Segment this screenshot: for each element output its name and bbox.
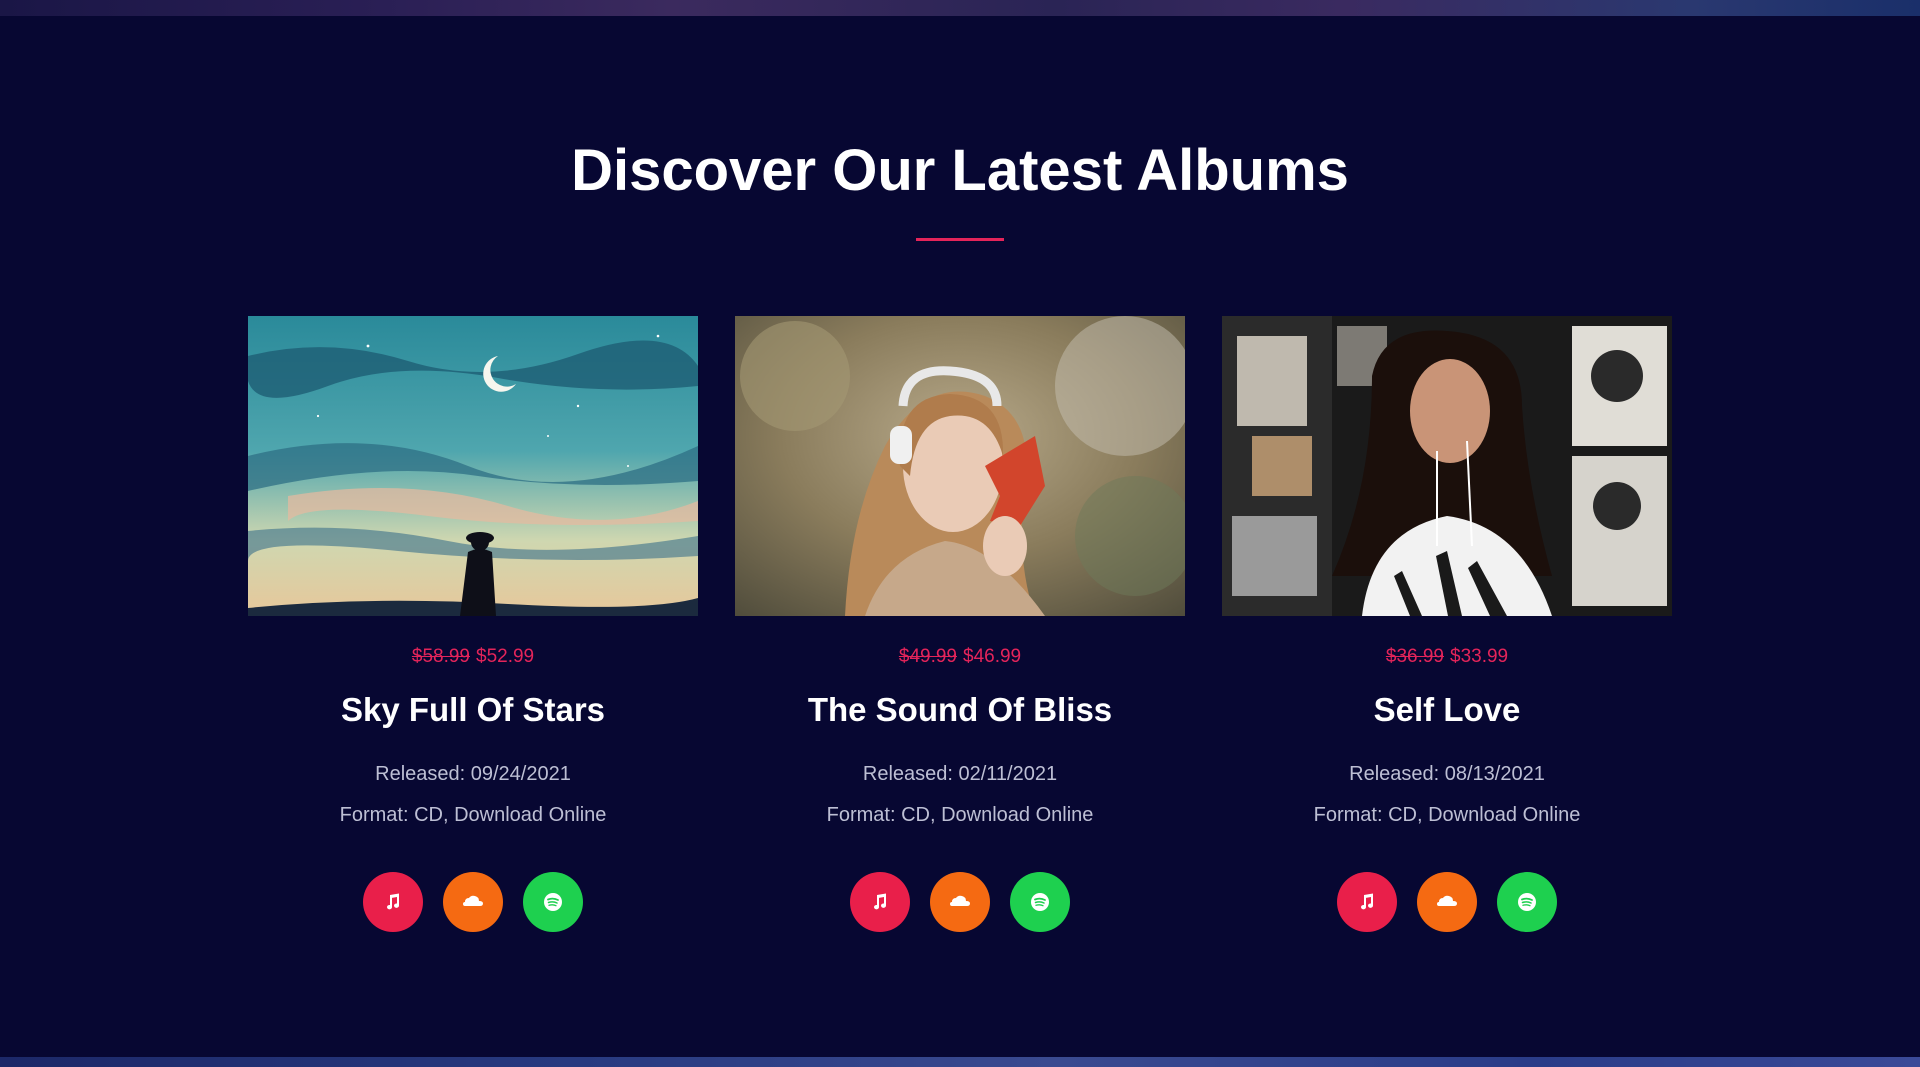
listen-links bbox=[1222, 872, 1672, 932]
listen-links bbox=[248, 872, 698, 932]
section-title: Discover Our Latest Albums bbox=[571, 138, 1349, 203]
spotify-button[interactable] bbox=[1497, 872, 1558, 932]
night-sky-image bbox=[248, 316, 698, 616]
top-image-band bbox=[0, 0, 1920, 16]
album-format: Format: CD, Download Online bbox=[826, 804, 1094, 826]
album-card: $58.99 $52.99 Sky Full Of Stars Released:… bbox=[248, 316, 698, 936]
music-note-icon bbox=[873, 893, 886, 910]
album-title[interactable]: Sky Full Of Stars bbox=[248, 688, 698, 732]
listen-links bbox=[735, 872, 1185, 932]
title-divider bbox=[916, 238, 1004, 241]
music-note-icon bbox=[386, 893, 399, 910]
release-date: Released: 08/13/2021 bbox=[1349, 763, 1545, 785]
album-cover-image[interactable] bbox=[1222, 316, 1672, 616]
apple-music-button[interactable] bbox=[362, 872, 423, 932]
album-title[interactable]: Self Love bbox=[1222, 688, 1672, 732]
albums-section: Discover Our Latest Albums $58.99 $52.99… bbox=[0, 0, 1920, 1067]
apple-music-button[interactable] bbox=[849, 872, 910, 932]
soundcloud-button[interactable] bbox=[930, 872, 990, 932]
spotify-icon bbox=[544, 893, 563, 911]
album-format: Format: CD, Download Online bbox=[339, 804, 607, 826]
soundcloud-icon bbox=[950, 895, 970, 906]
album-card: $49.99 $46.99 The Sound Of Bliss Released… bbox=[735, 316, 1185, 936]
music-note-icon bbox=[1360, 893, 1373, 910]
soundcloud-icon bbox=[463, 895, 483, 906]
soundcloud-button[interactable] bbox=[1417, 872, 1477, 932]
spotify-button[interactable] bbox=[1010, 872, 1071, 932]
current-price: $52.99 bbox=[476, 646, 535, 667]
album-format: Format: CD, Download Online bbox=[1313, 804, 1581, 826]
release-date: Released: 09/24/2021 bbox=[375, 763, 571, 785]
old-price: $58.99 bbox=[411, 646, 470, 667]
soundcloud-button[interactable] bbox=[443, 872, 503, 932]
spotify-icon bbox=[1031, 893, 1050, 911]
album-cover-image[interactable] bbox=[735, 316, 1185, 616]
price: $58.99 $52.99 bbox=[248, 646, 698, 668]
spotify-button[interactable] bbox=[523, 872, 584, 932]
album-cover-image[interactable] bbox=[248, 316, 698, 616]
album-list: $58.99 $52.99 Sky Full Of Stars Released:… bbox=[248, 316, 1672, 936]
old-price: $36.99 bbox=[1385, 646, 1444, 667]
woman-with-leaf-image bbox=[735, 316, 1185, 616]
current-price: $33.99 bbox=[1450, 646, 1509, 667]
album-title[interactable]: The Sound Of Bliss bbox=[735, 688, 1185, 732]
current-price: $46.99 bbox=[963, 646, 1022, 667]
spotify-icon bbox=[1518, 893, 1537, 911]
price: $36.99 $33.99 bbox=[1222, 646, 1672, 668]
album-card: $36.99 $33.99 Self Love Released: 08/13/2… bbox=[1222, 316, 1672, 936]
release-date: Released: 02/11/2021 bbox=[862, 763, 1058, 785]
woman-poster-wall-image bbox=[1222, 316, 1672, 616]
price: $49.99 $46.99 bbox=[735, 646, 1185, 668]
old-price: $49.99 bbox=[898, 646, 957, 667]
soundcloud-icon bbox=[1437, 895, 1457, 906]
bottom-image-band bbox=[0, 1057, 1920, 1067]
apple-music-button[interactable] bbox=[1336, 872, 1397, 932]
